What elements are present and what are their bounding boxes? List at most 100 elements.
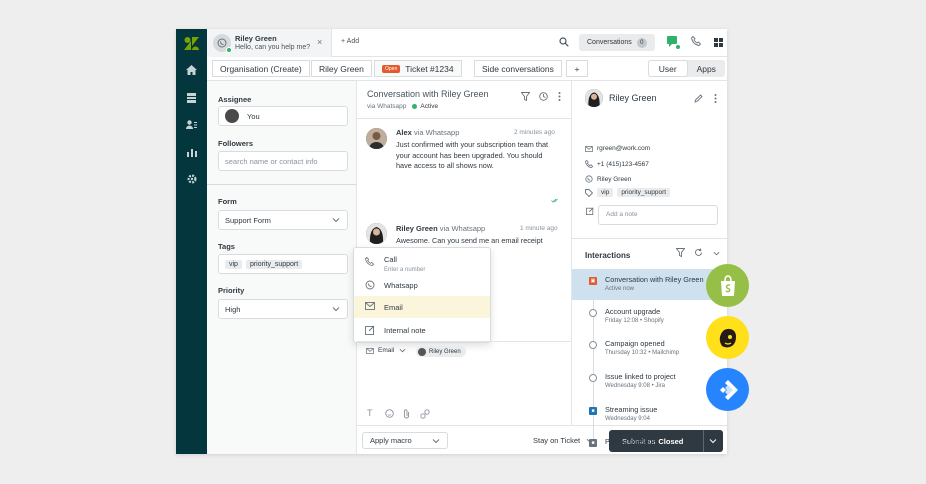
author-channel: via Whatsapp	[439, 224, 486, 233]
tab-user[interactable]: User	[648, 60, 688, 77]
conversations-button[interactable]: Conversations 0	[579, 34, 655, 51]
home-nav[interactable]	[176, 60, 207, 80]
interaction-subtitle: Wednesday 9:04	[605, 416, 650, 422]
tag-chip[interactable]: vip	[597, 188, 614, 197]
message-line: have access to all shows now.	[396, 161, 494, 170]
reporting-icon	[186, 148, 197, 157]
divider	[357, 118, 572, 119]
channel-email[interactable]: Email	[354, 296, 490, 318]
breadcrumb-requester[interactable]: Riley Green	[311, 60, 372, 77]
close-tab-icon[interactable]: ×	[317, 37, 322, 47]
filter-icon[interactable]	[676, 248, 685, 257]
interaction-item[interactable]: Campaign opened Thursday 10:32 • Mailchi…	[572, 333, 727, 364]
customer-email[interactable]: rgreen@work.com	[585, 145, 650, 152]
attachment-icon[interactable]	[403, 409, 410, 419]
customers-nav[interactable]	[176, 114, 207, 134]
add-tab-button[interactable]: + Add	[341, 38, 359, 45]
tag-chip[interactable]: vip	[225, 259, 242, 269]
interaction-subtitle: Active now	[605, 286, 635, 292]
message-author: Alex via Whatsapp	[396, 128, 459, 137]
author-name: Alex	[396, 128, 412, 137]
emoji-icon[interactable]	[385, 409, 394, 418]
interaction-subtitle: Friday 12:08 • Shopify	[605, 318, 664, 324]
apps-grid-icon[interactable]	[714, 38, 723, 47]
call-label: Call	[384, 255, 397, 264]
assignee-field[interactable]: You	[218, 106, 348, 126]
shopify-badge	[706, 264, 749, 307]
tab-apps[interactable]: Apps	[688, 60, 726, 77]
interaction-item[interactable]: ▣ Conversation with Riley Green Active n…	[572, 269, 727, 300]
conversations-label: Conversations	[587, 39, 632, 46]
add-side-conversation-button[interactable]: +	[566, 60, 588, 77]
recipient-chip[interactable]: Riley Green	[416, 346, 466, 357]
conversation-status: Active	[420, 103, 439, 110]
side-conversations-button[interactable]: Side conversations	[474, 60, 562, 77]
more-icon[interactable]	[714, 94, 717, 103]
views-nav[interactable]	[176, 88, 207, 108]
channel-menu: Call Enter a number Whatsapp Email Inter…	[353, 247, 491, 343]
interaction-title: Pricing question	[605, 437, 657, 446]
admin-nav[interactable]	[176, 169, 207, 189]
text-format-icon[interactable]: T	[367, 408, 373, 418]
message-line: your account has been upgraded. You shou…	[396, 150, 543, 160]
email-value: rgreen@work.com	[597, 145, 651, 152]
reporting-nav[interactable]	[176, 142, 207, 162]
chevron-down-icon[interactable]	[713, 250, 720, 257]
priority-select[interactable]: High	[218, 299, 348, 319]
customer-whatsapp[interactable]: Riley Green	[585, 175, 631, 183]
ticket-marker-icon: ■	[589, 407, 597, 415]
tag-chip[interactable]: priority_support	[617, 188, 671, 197]
tag-chip[interactable]: priority_support	[245, 259, 303, 269]
edit-icon[interactable]	[694, 94, 703, 103]
interaction-item[interactable]: ■ Pricing question	[572, 431, 727, 454]
apply-macro-select[interactable]: Apply macro	[362, 432, 448, 449]
channel-whatsapp[interactable]: Whatsapp	[354, 274, 490, 296]
customer-note-input[interactable]: Add a note	[598, 205, 718, 225]
message-line: Awesome. Can you send me an email receip…	[396, 236, 543, 245]
ticket-tab[interactable]: Riley Green Hello, can you help me? ×	[207, 29, 332, 57]
timeline-dot	[589, 341, 597, 349]
filter-icon[interactable]	[521, 92, 530, 101]
channel-internal-note[interactable]: Internal note	[354, 319, 490, 341]
read-receipt-icon	[551, 198, 558, 203]
zendesk-logo-icon[interactable]	[184, 37, 199, 50]
ticket-properties-panel: Assignee You Followers search name or co…	[207, 81, 357, 454]
tags-label: Tags	[218, 242, 235, 251]
chevron-down-icon	[432, 439, 440, 444]
avatar	[585, 89, 603, 107]
interaction-item[interactable]: ■ Streaming issue Wednesday 9:04	[572, 399, 727, 430]
phone-value: +1 (415)123-4567	[597, 160, 649, 168]
note-icon	[365, 325, 375, 335]
chevron-down-icon	[332, 218, 340, 223]
interaction-item[interactable]: Issue linked to project Wednesday 9:08 •…	[572, 366, 727, 397]
breadcrumb-ticket[interactable]: Open Ticket #1234	[374, 60, 462, 77]
message-body: Just confirmed with your subscription te…	[396, 140, 548, 172]
breadcrumb-organisation[interactable]: Organisation (Create)	[212, 60, 310, 77]
message-line: Just confirmed with your subscription te…	[396, 140, 549, 149]
chat-icon[interactable]	[667, 36, 680, 49]
email-icon	[585, 145, 593, 152]
customer-phone[interactable]: +1 (415)123-4567	[585, 160, 649, 168]
active-dot	[412, 104, 418, 109]
customers-icon	[186, 119, 197, 129]
internal-note-label: Internal note	[384, 325, 426, 335]
history-icon[interactable]	[539, 92, 548, 101]
mailchimp-icon	[719, 328, 736, 347]
more-icon[interactable]	[558, 92, 561, 101]
link-icon[interactable]	[420, 409, 430, 419]
priority-label: Priority	[218, 286, 245, 295]
phone-icon[interactable]	[691, 36, 701, 46]
conversation-channel: via Whatsapp	[367, 103, 407, 110]
form-select[interactable]: Support Form	[218, 210, 348, 230]
message-time: 2 minutes ago	[514, 129, 555, 136]
phone-icon	[585, 160, 593, 168]
message-time: 1 minute ago	[520, 225, 558, 232]
tags-field[interactable]: vip priority_support	[218, 254, 348, 274]
whatsapp-icon	[585, 175, 593, 183]
followers-input[interactable]: search name or contact info	[218, 151, 348, 171]
compose-channel-select[interactable]: Email	[366, 347, 406, 354]
refresh-icon[interactable]	[694, 248, 703, 257]
form-value: Support Form	[225, 215, 271, 225]
search-icon[interactable]	[559, 37, 569, 47]
interaction-item[interactable]: Account upgrade Friday 12:08 • Shopify	[572, 301, 727, 332]
